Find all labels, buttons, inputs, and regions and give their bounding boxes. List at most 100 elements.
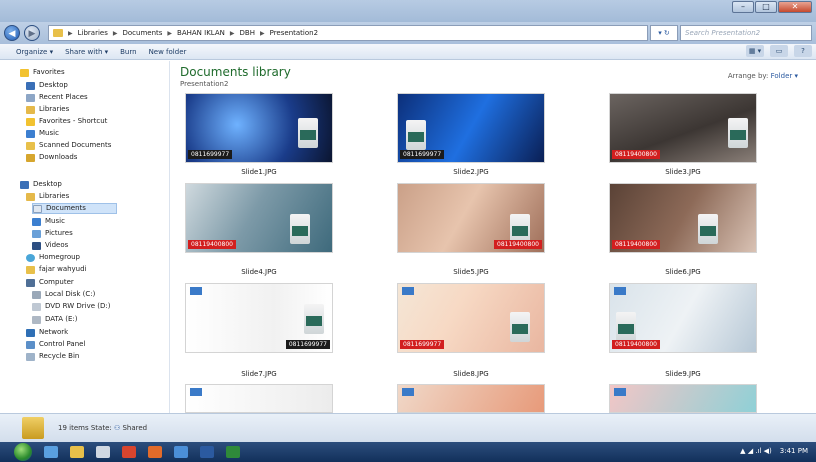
file-thumbnail-slide8[interactable]: 0811699977 (397, 283, 545, 353)
item-count: 19 items (58, 424, 89, 432)
nav-scanned-documents[interactable]: Scanned Documents (26, 140, 111, 151)
breadcrumb-documents[interactable]: Documents (122, 29, 162, 37)
taskbar-powerpoint-icon[interactable] (122, 446, 136, 458)
nav-music-fav[interactable]: Music (26, 128, 59, 139)
new-folder-button[interactable]: New folder (149, 48, 187, 56)
product-bottle-image (510, 312, 530, 342)
nav-user-folder[interactable]: fajar wahyudi (26, 264, 87, 275)
nav-dvd-drive[interactable]: DVD RW Drive (D:) (32, 301, 111, 312)
preview-pane-button[interactable]: ▭ (770, 45, 788, 57)
nav-desktop[interactable]: Desktop (26, 80, 68, 91)
nav-music[interactable]: Music (32, 216, 65, 227)
file-name-slide6[interactable]: Slide6.JPG (609, 268, 757, 276)
computer-icon (26, 278, 35, 287)
nav-downloads[interactable]: Downloads (26, 152, 77, 163)
breadcrumb-dbh[interactable]: DBH (240, 29, 255, 37)
nav-documents[interactable]: Documents (32, 203, 117, 214)
nav-libraries[interactable]: Libraries (26, 191, 69, 202)
maximize-button[interactable]: □ (755, 1, 777, 13)
product-bottle-image (298, 118, 318, 148)
nav-homegroup[interactable]: Homegroup (26, 252, 80, 263)
phone-label: 08119400800 (188, 240, 236, 249)
file-thumbnail-slide3[interactable]: 08119400800 (609, 93, 757, 163)
nav-desktop-root[interactable]: Desktop (20, 179, 62, 190)
change-view-button[interactable]: ▦ ▾ (746, 45, 764, 57)
file-name-slide1[interactable]: Slide1.JPG (185, 168, 333, 176)
file-thumbnail-slide4[interactable]: 08119400800 (185, 183, 333, 253)
phone-label: 0811699977 (400, 150, 445, 159)
organize-button[interactable]: Organize ▾ (16, 48, 53, 56)
address-bar[interactable]: ▶ Libraries ▶ Documents ▶ BAHAN IKLAN ▶ … (48, 25, 648, 41)
file-name-slide5[interactable]: Slide5.JPG (397, 268, 545, 276)
burn-button[interactable]: Burn (120, 48, 136, 56)
recent-places-icon (26, 93, 35, 102)
taskbar-word-icon[interactable] (200, 446, 214, 458)
tray-icons[interactable]: ▲ ◢ .ıl ◀) (740, 447, 772, 455)
nav-network[interactable]: Network (26, 327, 68, 338)
file-name-slide9[interactable]: Slide9.JPG (609, 370, 757, 378)
arrange-by: Arrange by: Folder ▾ (727, 72, 798, 80)
start-button[interactable] (14, 443, 32, 461)
nav-pictures[interactable]: Pictures (32, 228, 73, 239)
nav-libraries-fav[interactable]: Libraries (26, 104, 69, 115)
help-button[interactable]: ? (794, 45, 812, 57)
file-name-slide4[interactable]: Slide4.JPG (185, 268, 333, 276)
file-name-slide2[interactable]: Slide2.JPG (397, 168, 545, 176)
folder-icon (53, 29, 63, 37)
arrange-by-dropdown[interactable]: Folder ▾ (771, 72, 798, 80)
product-bottle-image (406, 120, 426, 150)
taskbar-ie-icon[interactable] (44, 446, 58, 458)
nav-local-disk[interactable]: Local Disk (C:) (32, 289, 95, 300)
breadcrumb-libraries[interactable]: Libraries (78, 29, 108, 37)
library-folder-icon (22, 417, 44, 439)
file-name-slide3[interactable]: Slide3.JPG (609, 168, 757, 176)
nav-recycle-bin[interactable]: Recycle Bin (26, 351, 79, 362)
taskbar-explorer-icon[interactable] (70, 446, 84, 458)
file-thumbnail-slide1[interactable]: 0811699977 (185, 93, 333, 163)
product-bottle-image (728, 118, 748, 148)
libraries-icon (26, 192, 35, 201)
pictures-icon (32, 229, 41, 238)
refresh-button[interactable]: ▾ ↻ (650, 25, 678, 41)
taskbar-firefox-icon[interactable] (148, 446, 162, 458)
file-thumbnail-slide10[interactable] (185, 384, 333, 413)
window-title-bar: – □ ✕ (0, 0, 816, 22)
nav-recent-places[interactable]: Recent Places (26, 92, 88, 103)
phone-label: 0811699977 (400, 340, 445, 349)
file-thumbnail-slide9[interactable]: 08119400800 (609, 283, 757, 353)
share-with-button[interactable]: Share with ▾ (65, 48, 108, 56)
nav-data-drive[interactable]: DATA (E:) (32, 314, 78, 325)
hard-drive-icon (32, 315, 41, 324)
brand-logo-image (402, 287, 414, 295)
taskbar-app2-icon[interactable] (174, 446, 188, 458)
nav-favorites[interactable]: Favorites (20, 67, 65, 78)
clock[interactable]: 3:41 PM (780, 447, 808, 455)
phone-label: 08119400800 (612, 240, 660, 249)
library-title: Documents library (180, 65, 291, 79)
file-thumbnail-slide6[interactable]: 08119400800 (609, 183, 757, 253)
search-input[interactable]: Search Presentation2 (680, 25, 812, 41)
file-thumbnail-slide7[interactable]: 0811699977 (185, 283, 333, 353)
nav-control-panel[interactable]: Control Panel (26, 339, 85, 350)
taskbar-excel-icon[interactable] (226, 446, 240, 458)
close-button[interactable]: ✕ (778, 1, 812, 13)
file-thumbnail-slide12[interactable] (609, 384, 757, 413)
minimize-button[interactable]: – (732, 1, 754, 13)
file-name-slide7[interactable]: Slide7.JPG (185, 370, 333, 378)
file-thumbnail-slide11[interactable] (397, 384, 545, 413)
breadcrumb-bahan-iklan[interactable]: BAHAN IKLAN (177, 29, 225, 37)
downloads-icon (26, 153, 35, 162)
star-icon (20, 68, 29, 77)
file-thumbnail-slide2[interactable]: 0811699977 (397, 93, 545, 163)
state-label: State: (90, 424, 112, 432)
file-thumbnail-slide5[interactable]: 08119400800 (397, 183, 545, 253)
breadcrumb-presentation2[interactable]: Presentation2 (270, 29, 318, 37)
nav-computer[interactable]: Computer (26, 277, 74, 288)
file-name-slide8[interactable]: Slide8.JPG (397, 370, 545, 378)
nav-favorites-shortcut[interactable]: Favorites - Shortcut (26, 116, 107, 127)
back-button[interactable]: ◀ (4, 25, 20, 41)
forward-button[interactable]: ▶ (24, 25, 40, 41)
details-pane: 19 items State: ⚇ Shared (0, 413, 816, 442)
nav-videos[interactable]: Videos (32, 240, 68, 251)
taskbar-app-icon[interactable] (96, 446, 110, 458)
